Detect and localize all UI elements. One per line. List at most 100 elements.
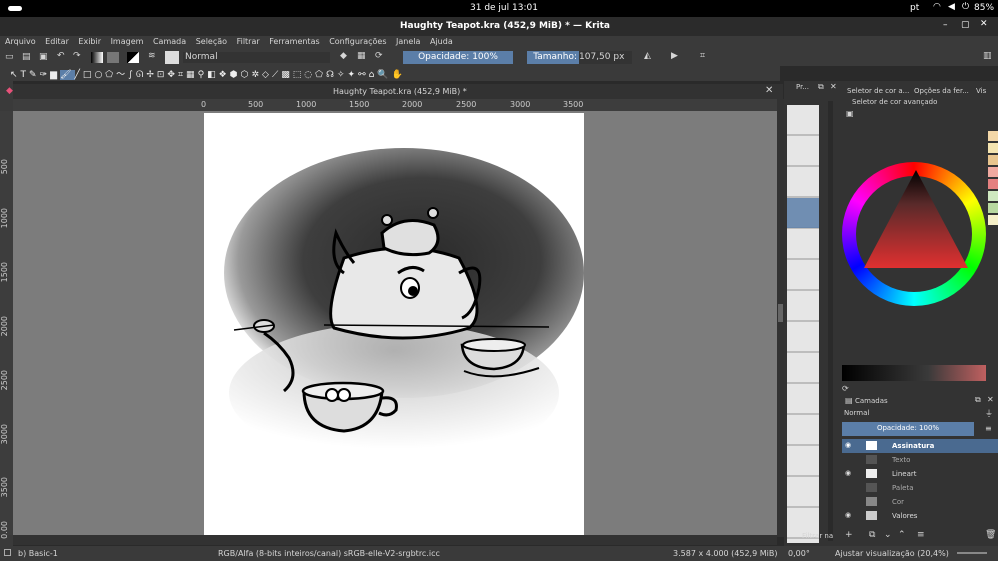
ellipse-tool-icon[interactable]: ○ (94, 70, 105, 80)
battery-label[interactable]: 85% (974, 3, 994, 13)
palette-swatch[interactable] (988, 155, 998, 165)
power-icon[interactable]: ⏻ (962, 2, 969, 12)
reference-icon[interactable]: ▩ (281, 70, 293, 80)
freehand-brush-icon[interactable]: 🖌 (60, 70, 75, 80)
eyedropper-icon[interactable]: ⚲ (198, 70, 208, 80)
brush-preset-list[interactable] (787, 105, 819, 543)
rect-tool-icon[interactable]: □ (83, 70, 95, 80)
opacity-slider[interactable]: Opacidade: 100% (403, 51, 513, 64)
measure-icon[interactable]: ⟋ (272, 70, 281, 80)
crop-tool-icon[interactable]: ⌗ (178, 70, 186, 80)
delete-layer-icon[interactable]: 🗑 (985, 530, 996, 540)
palette-swatch[interactable] (988, 167, 998, 177)
eraser-icon[interactable]: ◆ (340, 51, 347, 61)
menu-ajuda[interactable]: Ajuda (430, 37, 453, 46)
layer-row[interactable]: ◉ Lineart (842, 467, 998, 481)
line-tool-icon[interactable]: ╱ (75, 70, 83, 80)
brush-preset-icon[interactable]: ≋ (148, 51, 156, 61)
layer-row[interactable]: Cor (842, 495, 998, 509)
duplicate-layer-icon[interactable]: ⧉ (869, 530, 875, 540)
similar-select-icon[interactable]: ✦ (348, 70, 359, 80)
assistant-icon[interactable]: ◇ (262, 70, 272, 80)
document-tab[interactable]: Haughty Teapot.kra (452,9 MiB) * (333, 87, 467, 96)
palette-swatch[interactable] (988, 131, 998, 141)
color-slider-strip[interactable] (842, 365, 986, 381)
move-icon[interactable]: ✥ (167, 70, 178, 80)
layer-row[interactable]: Texto (842, 453, 998, 467)
datetime[interactable]: 31 de jul 13:01 (470, 3, 538, 13)
layer-options-icon[interactable]: ≡ (985, 424, 992, 433)
layer-opacity-slider[interactable]: Opacidade: 100% (842, 422, 974, 436)
redo-icon[interactable]: ↷ (73, 51, 81, 61)
enclose-fill-icon[interactable]: ⬡ (241, 70, 252, 80)
zoom-icon[interactable]: 🔍 (377, 70, 391, 80)
activities-pill[interactable] (8, 6, 22, 11)
pan-icon[interactable]: ✋ (392, 70, 406, 80)
gradient-tool-icon[interactable]: ◧ (207, 70, 219, 80)
float-icon[interactable]: ⧉ (818, 82, 824, 92)
layers-float-icon[interactable]: ⧉ (975, 395, 981, 405)
fg-bg-color-icon[interactable] (127, 52, 139, 63)
multibrush-icon[interactable]: ✢ (146, 70, 157, 80)
menu-editar[interactable]: Editar (45, 37, 69, 46)
move-up-icon[interactable]: ⌃ (898, 530, 906, 540)
visibility-eye-icon[interactable]: ◉ (845, 441, 851, 449)
polygon-tool-icon[interactable]: ⬠ (105, 70, 116, 80)
calligraphy-icon[interactable]: ✑ (40, 70, 51, 80)
alpha-lock-icon[interactable]: ▦ (357, 51, 366, 61)
layer-row[interactable]: ◉ Assinatura (842, 439, 998, 453)
color-settings-icon[interactable]: ▣ (846, 109, 854, 118)
visibility-eye-icon[interactable]: ◉ (845, 469, 851, 477)
volume-icon[interactable]: ◀ (948, 2, 955, 12)
brush-dock-scrollbar[interactable] (828, 101, 833, 541)
bezier-tool-icon[interactable]: ∫ (128, 70, 136, 80)
text-tool-icon[interactable]: T (21, 70, 30, 80)
menu-imagem[interactable]: Imagem (111, 37, 144, 46)
menu-arquivo[interactable]: Arquivo (5, 37, 36, 46)
pattern-icon[interactable] (107, 52, 119, 63)
layer-row[interactable]: Paleta (842, 481, 998, 495)
menu-exibir[interactable]: Exibir (78, 37, 101, 46)
layer-row[interactable]: ◉ Valores (842, 509, 998, 523)
new-document-icon[interactable]: ▭ (5, 52, 14, 62)
scrollbar-thumb[interactable] (778, 304, 783, 322)
close-document-icon[interactable]: ✕ (765, 85, 773, 96)
lang-indicator[interactable]: pt (910, 3, 919, 13)
menu-camada[interactable]: Camada (153, 37, 186, 46)
refresh-icon[interactable]: ⟳ (842, 384, 849, 393)
menu-selecao[interactable]: Seleção (196, 37, 227, 46)
zoom-status[interactable]: Ajustar visualização (20,4%) (835, 549, 949, 558)
tab-tool-options[interactable]: Opções da fer... (914, 87, 976, 95)
blend-mode-select[interactable]: Normal (183, 52, 330, 63)
palette-swatch[interactable] (988, 203, 998, 213)
move-down-icon[interactable]: ⌄ (884, 530, 892, 540)
filter-icon[interactable]: ⏚ (985, 408, 993, 419)
palette-swatch[interactable] (988, 215, 998, 225)
close-icon[interactable]: ✕ (830, 82, 837, 91)
bezier-select-icon[interactable]: ⚯ (358, 70, 369, 80)
vertical-scrollbar[interactable] (777, 99, 784, 537)
layer-blend-select[interactable]: Normal (844, 409, 976, 419)
tab-color-selector[interactable]: Seletor de cor a... (847, 87, 913, 95)
rect-select-icon[interactable]: ⬚ (293, 70, 305, 80)
horizontal-scrollbar[interactable] (13, 535, 777, 545)
colorize-icon[interactable]: ✲ (251, 70, 262, 80)
fill-tool-icon[interactable]: ⬢ (230, 70, 241, 80)
gradient-icon[interactable] (91, 52, 103, 63)
panel-toggle-icon[interactable]: ▥ (983, 51, 992, 61)
crop-icon[interactable]: ⌗ (700, 51, 705, 61)
color-wheel[interactable] (842, 162, 986, 306)
contiguous-select-icon[interactable]: ✧ (337, 70, 348, 80)
canvas-document[interactable] (204, 113, 584, 535)
menu-filtrar[interactable]: Filtrar (237, 37, 260, 46)
grid-tool-icon[interactable]: ▦ (186, 70, 198, 80)
ellipse-select-icon[interactable]: ◌ (304, 70, 315, 80)
maximize-icon[interactable]: ▢ (961, 20, 970, 30)
save-icon[interactable]: ▣ (39, 52, 48, 62)
undo-icon[interactable]: ↶ (57, 51, 65, 61)
edit-shape-icon[interactable]: ✎ (29, 70, 40, 80)
tab-overview[interactable]: Vis (976, 87, 986, 95)
freehand-select-icon[interactable]: ☊ (326, 70, 337, 80)
layers-close-icon[interactable]: ✕ (987, 395, 994, 404)
poly-select-icon[interactable]: ⬠ (315, 70, 326, 80)
